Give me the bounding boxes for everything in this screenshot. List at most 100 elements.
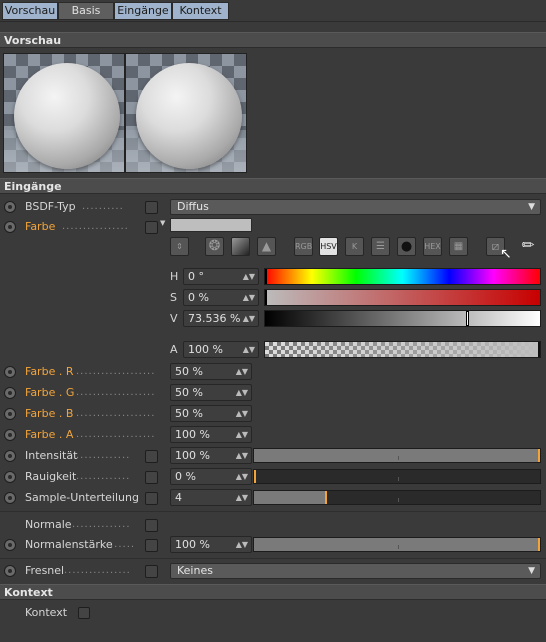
tab-basis[interactable]: Basis <box>58 2 114 20</box>
dot-leader: .......... <box>82 201 124 212</box>
rauigkeit-label: Rauigkeit <box>25 470 77 483</box>
rauigkeit-field[interactable]: 0 % ▲▼ <box>170 468 252 485</box>
v-value-field[interactable]: 73.536 % ▲▼ <box>183 310 259 327</box>
farbe-g-label: Farbe . G <box>25 386 75 399</box>
color-swatch[interactable] <box>170 218 252 232</box>
dot-leader: .............. <box>72 519 131 530</box>
sample-animate-radio[interactable] <box>4 492 16 504</box>
sample-slider[interactable] <box>253 490 541 505</box>
farbe-a-label: Farbe . A <box>25 428 74 441</box>
normale-label: Normale <box>25 518 72 531</box>
eyedropper-icon[interactable]: ✎ <box>517 234 539 256</box>
kontext-checkbox[interactable] <box>78 607 90 619</box>
preview-thumbnail-1[interactable] <box>3 53 125 173</box>
h-value-field[interactable]: 0 ° ▲▼ <box>183 268 259 285</box>
sample-field[interactable]: 4 ▲▼ <box>170 489 252 506</box>
saturation-slider-handle[interactable] <box>265 290 267 305</box>
farbe-a-field[interactable]: 100 % ▲▼ <box>170 426 252 443</box>
farbe-b-animate-radio[interactable] <box>4 408 16 420</box>
value-slider[interactable] <box>264 310 541 327</box>
farbe-checkbox[interactable] <box>145 221 158 234</box>
gradient-icon[interactable] <box>231 237 250 256</box>
section-header-eingaenge[interactable]: Eingänge <box>0 178 546 194</box>
kontext-label: Kontext <box>25 606 68 619</box>
dot-leader: ............. <box>76 471 131 482</box>
hue-slider-handle[interactable] <box>265 269 267 284</box>
tab-vorschau[interactable]: Vorschau <box>2 2 58 20</box>
dot-leader: ................... <box>76 429 156 440</box>
farbe-a-animate-radio[interactable] <box>4 429 16 441</box>
normalenstaerke-animate-radio[interactable] <box>4 539 16 551</box>
chevron-down-icon: ▼ <box>528 566 535 576</box>
dot-leader: ...... <box>110 539 136 550</box>
alpha-slider[interactable] <box>264 341 541 358</box>
bsdf-value: Diffus <box>177 200 209 213</box>
section-header-kontext[interactable]: Kontext <box>0 584 546 600</box>
h-label: H <box>170 270 179 283</box>
mode-hex-button[interactable]: HEX <box>423 237 442 256</box>
farbe-b-field[interactable]: 50 % ▲▼ <box>170 405 252 422</box>
a-value-field[interactable]: 100 % ▲▼ <box>183 341 259 358</box>
fresnel-label: Fresnel <box>25 564 65 577</box>
rauigkeit-slider[interactable] <box>253 469 541 484</box>
bsdf-animate-radio[interactable] <box>4 201 16 213</box>
hue-slider[interactable] <box>264 268 541 285</box>
farbe-r-field[interactable]: 50 % ▲▼ <box>170 363 252 380</box>
s-label: S <box>170 291 177 304</box>
mixer-icon[interactable]: ☰ <box>371 237 390 256</box>
dot-leader: ................... <box>76 408 156 419</box>
normalenstaerke-field[interactable]: 100 % ▲▼ <box>170 536 252 553</box>
dot-leader: ................ <box>64 565 131 576</box>
fresnel-dropdown[interactable]: Keines ▼ <box>170 563 541 579</box>
bsdf-checkbox[interactable] <box>145 201 158 214</box>
v-label: V <box>170 312 178 325</box>
intensitaet-checkbox[interactable] <box>145 450 158 463</box>
fresnel-value: Keines <box>177 564 213 577</box>
normalenstaerke-label: Normalenstärke <box>25 538 113 551</box>
bsdf-type-dropdown[interactable]: Diffus ▼ <box>170 199 541 215</box>
value-slider-handle[interactable] <box>466 311 470 326</box>
farbe-g-animate-radio[interactable] <box>4 387 16 399</box>
dot-leader: ................... <box>76 366 156 377</box>
farbe-b-label: Farbe . B <box>25 407 74 420</box>
rauigkeit-checkbox[interactable] <box>145 471 158 484</box>
farbe-g-field[interactable]: 50 % ▲▼ <box>170 384 252 401</box>
intensitaet-animate-radio[interactable] <box>4 450 16 462</box>
farbe-r-label: Farbe . R <box>25 365 74 378</box>
tab-kontext[interactable]: Kontext <box>172 2 229 20</box>
image-picker-icon[interactable]: ▲ <box>257 237 276 256</box>
fresnel-animate-radio[interactable] <box>4 565 16 577</box>
s-value-field[interactable]: 0 % ▲▼ <box>183 289 259 306</box>
triangle-down-icon[interactable]: ▼ <box>160 219 165 227</box>
preview-thumbnail-2[interactable] <box>125 53 247 173</box>
tab-eingaenge[interactable]: Eingänge <box>114 2 172 20</box>
dot-leader: ................... <box>76 387 156 398</box>
swatch-dot-icon[interactable]: ● <box>397 237 416 256</box>
intensitaet-field[interactable]: 100 % ▲▼ <box>170 447 252 464</box>
mouse-cursor-icon: ↖ <box>500 246 512 262</box>
normale-checkbox[interactable] <box>145 519 158 532</box>
color-wheel-icon[interactable]: ❂ <box>205 237 224 256</box>
normalenstaerke-slider[interactable] <box>253 537 541 552</box>
rauigkeit-animate-radio[interactable] <box>4 471 16 483</box>
intensitaet-slider[interactable] <box>253 448 541 463</box>
bsdf-label: BSDF-Typ <box>25 200 76 213</box>
mode-kelvin-button[interactable]: K <box>345 237 364 256</box>
farbe-r-animate-radio[interactable] <box>4 366 16 378</box>
sample-checkbox[interactable] <box>145 492 158 505</box>
a-label: A <box>170 343 178 356</box>
sample-label: Sample-Unterteilung <box>25 491 139 504</box>
fresnel-checkbox[interactable] <box>145 565 158 578</box>
alpha-slider-handle[interactable] <box>538 342 540 357</box>
dot-leader: ................ <box>62 221 129 232</box>
saturation-slider[interactable] <box>264 289 541 306</box>
swatch-grid-icon[interactable]: ▦ <box>449 237 468 256</box>
mode-hsv-button[interactable]: HSV <box>319 237 338 256</box>
tab-bar: Vorschau Basis Eingänge Kontext <box>0 0 546 22</box>
dot-leader: ............. <box>76 450 131 461</box>
mode-rgb-button[interactable]: RGB <box>294 237 313 256</box>
farbe-animate-radio[interactable] <box>4 221 16 233</box>
normalenstaerke-checkbox[interactable] <box>145 539 158 552</box>
spectrum-icon[interactable]: ⇕ <box>170 237 189 256</box>
section-header-vorschau[interactable]: Vorschau <box>0 32 546 48</box>
